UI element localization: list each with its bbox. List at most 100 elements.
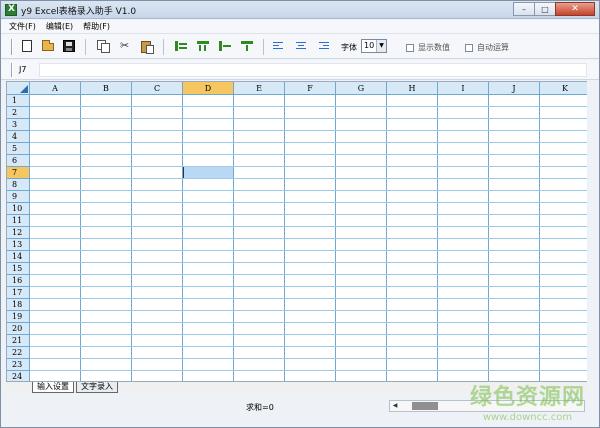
row-header[interactable]: 4 [7,131,30,143]
insert-column-button[interactable] [196,39,210,53]
open-file-button[interactable] [41,39,55,53]
column-header[interactable]: J [489,82,540,95]
row-header[interactable]: 24 [7,371,30,381]
grid-row-line [30,322,587,323]
grid-row-line [30,346,587,347]
column-header[interactable]: A [30,82,81,95]
grid-row-line [30,214,587,215]
font-size-select[interactable]: 10 ▼ [361,39,387,53]
scroll-left-icon[interactable]: ◀ [390,401,400,411]
row-header[interactable]: 22 [7,347,30,359]
grid-row-line [30,130,587,131]
toolbar-separator [263,39,264,55]
delete-col-icon [241,41,253,51]
formula-bar-grip[interactable] [11,63,13,77]
paste-button[interactable] [140,39,154,54]
show-values-checkbox[interactable]: 显示数值 [406,42,450,53]
row-header[interactable]: 9 [7,191,30,203]
column-header[interactable]: F [285,82,336,95]
column-header[interactable]: E [234,82,285,95]
auto-calc-checkbox[interactable]: 自动运算 [465,42,509,53]
column-header[interactable]: B [81,82,132,95]
grid-row-line [30,238,587,239]
row-header[interactable]: 3 [7,119,30,131]
column-header[interactable]: H [387,82,438,95]
row-header[interactable]: 12 [7,227,30,239]
toolbar-separator [163,39,164,55]
select-all-corner[interactable] [7,82,30,95]
row-header[interactable]: 11 [7,215,30,227]
row-header[interactable]: 8 [7,179,30,191]
maximize-button[interactable]: □ [534,2,556,16]
close-button[interactable]: ✕ [555,2,595,16]
row-header[interactable]: 20 [7,323,30,335]
app-window: y9 Excel表格录入助手 V1.0 – □ ✕ 文件(F) 编辑(E) 帮助… [0,0,600,428]
cell-content-input[interactable] [39,63,587,77]
checkbox-box [406,43,414,52]
spreadsheet-grid[interactable]: A B C D E F G H I J K 1 2 3 4 5 6 7 8 9 10 11 12 13 14 15 16 17 18 19… [6,81,587,381]
copy-button[interactable] [96,39,110,53]
grid-row-line [30,118,587,119]
grid-row-line [30,226,587,227]
new-file-button[interactable] [20,39,34,53]
row-header[interactable]: 14 [7,251,30,263]
menu-help[interactable]: 帮助(F) [83,20,110,33]
tab-input-settings[interactable]: 输入设置 [32,382,74,393]
column-header[interactable]: K [540,82,587,95]
show-values-label: 显示数值 [418,43,450,52]
align-left-button[interactable] [271,39,285,53]
align-center-button[interactable] [294,39,308,53]
row-header[interactable]: 18 [7,299,30,311]
grid-row-line [30,286,587,287]
toolbar-separator [85,39,86,55]
column-header[interactable]: I [438,82,489,95]
column-header[interactable]: G [336,82,387,95]
toolbar-grip[interactable] [11,39,13,55]
selected-cell[interactable] [183,167,233,178]
align-right-button[interactable] [317,39,331,53]
row-header[interactable]: 2 [7,107,30,119]
row-header[interactable]: 21 [7,335,30,347]
grid-row-line [30,202,587,203]
row-header[interactable]: 5 [7,143,30,155]
menu-edit[interactable]: 编辑(E) [46,20,73,33]
grid-row-line [30,154,587,155]
row-header[interactable]: 15 [7,263,30,275]
row-header[interactable]: 17 [7,287,30,299]
row-header[interactable]: 7 [7,167,30,179]
watermark-url: www.downcc.com [482,412,573,423]
auto-calc-label: 自动运算 [477,43,509,52]
row-header[interactable]: 16 [7,275,30,287]
scrollbar-thumb[interactable] [412,402,438,410]
grid-row-line [30,274,587,275]
column-header[interactable]: D [183,82,234,95]
cut-button[interactable]: ✂ [118,39,132,53]
align-left-icon [273,42,283,50]
delete-row-button[interactable] [218,39,232,53]
save-button[interactable] [62,39,76,53]
tab-text-entry[interactable]: 文字录入 [76,382,118,393]
grid-row-line [30,310,587,311]
insert-col-icon [197,41,209,51]
grid-row-line [30,334,587,335]
menu-file[interactable]: 文件(F) [9,20,36,33]
new-file-icon [22,40,32,52]
row-header[interactable]: 1 [7,95,30,107]
maximize-icon: □ [541,5,549,14]
font-size-value: 10 [364,41,375,50]
row-header[interactable]: 6 [7,155,30,167]
delete-column-button[interactable] [240,39,254,53]
align-right-icon [319,42,329,50]
insert-row-button[interactable] [174,39,188,53]
column-header[interactable]: C [132,82,183,95]
delete-row-icon [219,41,231,51]
row-header[interactable]: 19 [7,311,30,323]
row-header[interactable]: 23 [7,359,30,371]
grid-row-line [30,190,587,191]
row-header[interactable]: 10 [7,203,30,215]
grid-row-line [30,298,587,299]
excel-app-icon [5,4,17,16]
grid-row-line [30,178,587,179]
minimize-button[interactable]: – [513,2,535,16]
row-header[interactable]: 13 [7,239,30,251]
